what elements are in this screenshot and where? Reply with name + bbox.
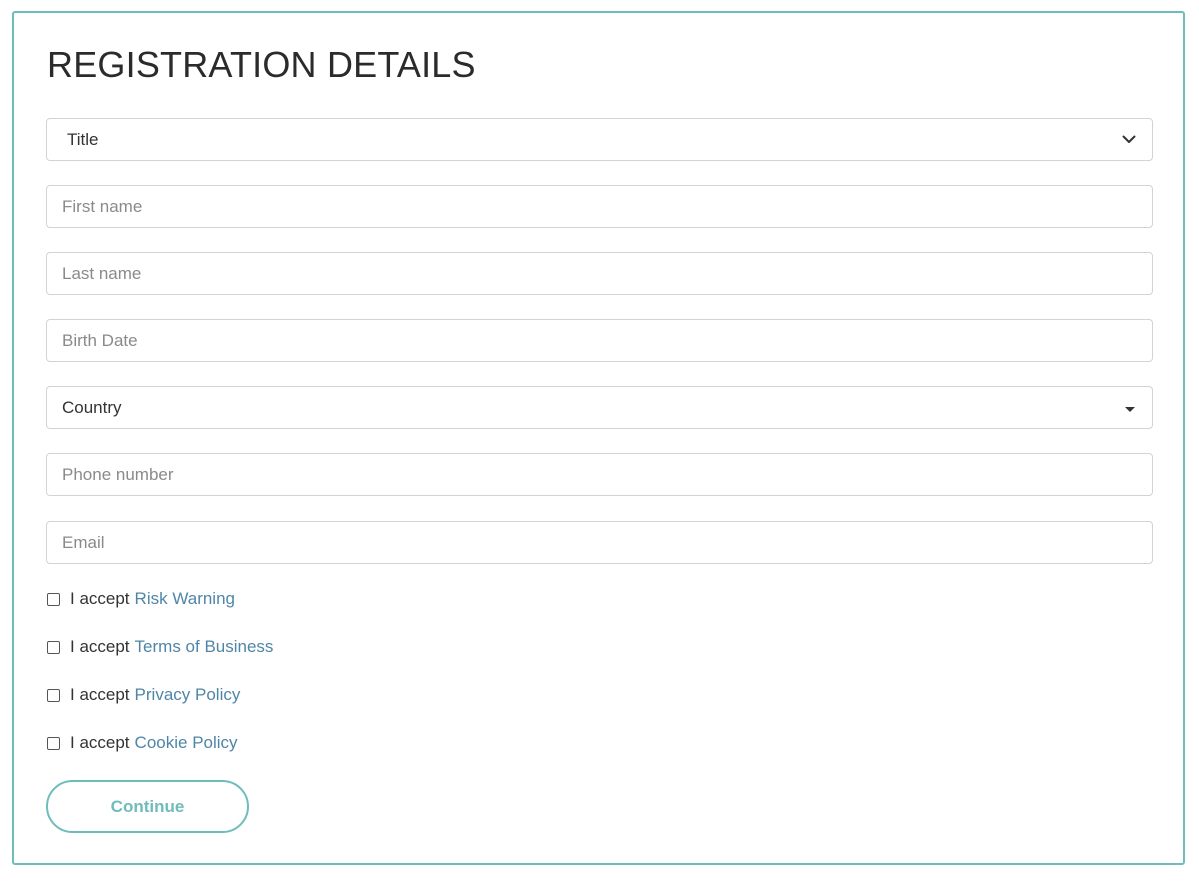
agreement-cookie-policy: I accept Cookie Policy (47, 731, 238, 755)
terms-of-business-checkbox[interactable] (47, 640, 60, 654)
risk-warning-link[interactable]: Risk Warning (135, 589, 235, 609)
phone-number-input[interactable] (46, 453, 1153, 496)
agreement-risk-warning: I accept Risk Warning (47, 587, 235, 611)
terms-of-business-link[interactable]: Terms of Business (135, 637, 274, 657)
agreement-prefix: I accept (70, 637, 130, 656)
birth-date-input[interactable] (46, 319, 1153, 362)
agreement-prefix: I accept (70, 685, 130, 704)
country-select-value: Country (62, 397, 122, 417)
agreement-terms-of-business: I accept Terms of Business (47, 635, 273, 659)
page-title: REGISTRATION DETAILS (47, 44, 476, 85)
first-name-input[interactable] (46, 185, 1153, 228)
email-input[interactable] (46, 521, 1153, 564)
last-name-input[interactable] (46, 252, 1153, 295)
agreement-prefix: I accept (70, 589, 130, 608)
title-select-value: Title (67, 129, 99, 149)
title-select[interactable]: Title (46, 118, 1153, 161)
chevron-down-icon (1121, 132, 1137, 148)
cookie-policy-checkbox[interactable] (47, 736, 60, 750)
country-select[interactable]: Country (46, 386, 1153, 429)
privacy-policy-link[interactable]: Privacy Policy (135, 685, 241, 705)
agreement-privacy-policy: I accept Privacy Policy (47, 683, 240, 707)
cookie-policy-link[interactable]: Cookie Policy (135, 733, 238, 753)
registration-card: REGISTRATION DETAILS Title Country I acc… (12, 11, 1185, 865)
caret-down-icon (1121, 400, 1137, 416)
risk-warning-checkbox[interactable] (47, 592, 60, 606)
agreement-prefix: I accept (70, 733, 130, 752)
privacy-policy-checkbox[interactable] (47, 688, 60, 702)
continue-button[interactable]: Continue (46, 780, 249, 833)
